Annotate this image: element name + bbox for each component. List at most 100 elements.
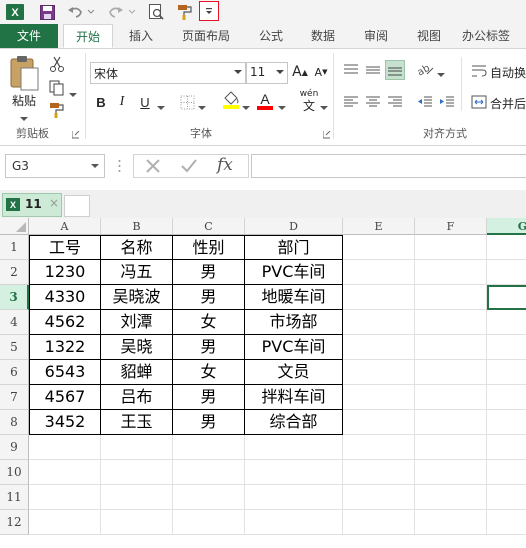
cell-f11[interactable] bbox=[415, 485, 487, 510]
align-center-icon[interactable] bbox=[364, 93, 382, 111]
cell-a9[interactable] bbox=[29, 435, 101, 460]
cell-e10[interactable] bbox=[343, 460, 415, 485]
cell-a6[interactable]: 6543 bbox=[29, 360, 101, 385]
borders-icon[interactable] bbox=[178, 93, 196, 111]
paste-button[interactable]: 粘贴 bbox=[12, 92, 36, 109]
cell-b5[interactable]: 吴晓 bbox=[101, 335, 173, 360]
row-header-1[interactable]: 1 bbox=[0, 235, 29, 260]
cell-g1[interactable] bbox=[487, 235, 526, 260]
cell-b1[interactable]: 名称 bbox=[101, 235, 173, 260]
tab-page-layout[interactable]: 页面布局 bbox=[172, 24, 240, 48]
splitter-handle[interactable] bbox=[118, 158, 121, 174]
tab-insert[interactable]: 插入 bbox=[118, 24, 164, 48]
merge-center-button[interactable]: 合并后 bbox=[490, 95, 526, 112]
underline-button[interactable]: U bbox=[136, 93, 154, 111]
cell-a12[interactable] bbox=[29, 510, 101, 535]
cell-a1[interactable]: 工号 bbox=[29, 235, 101, 260]
cell-f1[interactable] bbox=[415, 235, 487, 260]
redo-dropdown-icon[interactable] bbox=[127, 3, 137, 21]
cell-b3[interactable]: 吴晓波 bbox=[101, 285, 173, 310]
cell-b11[interactable] bbox=[101, 485, 173, 510]
tab-home[interactable]: 开始 bbox=[63, 24, 113, 48]
phonetic-dropdown-icon[interactable] bbox=[320, 100, 328, 114]
italic-button[interactable]: I bbox=[113, 93, 131, 111]
bold-button[interactable]: B bbox=[92, 93, 110, 111]
cell-g7[interactable] bbox=[487, 385, 526, 410]
cell-a2[interactable]: 1230 bbox=[29, 260, 101, 285]
align-top-icon[interactable] bbox=[342, 61, 360, 79]
cell-f6[interactable] bbox=[415, 360, 487, 385]
column-header-a[interactable]: A bbox=[29, 218, 101, 235]
align-right-icon[interactable] bbox=[386, 93, 404, 111]
align-bottom-icon[interactable] bbox=[385, 60, 405, 80]
tab-view[interactable]: 视图 bbox=[408, 24, 450, 48]
cell-g2[interactable] bbox=[487, 260, 526, 285]
cell-a7[interactable]: 4567 bbox=[29, 385, 101, 410]
enter-check-icon[interactable] bbox=[180, 158, 198, 177]
customize-quick-access-button[interactable] bbox=[199, 1, 219, 21]
name-box[interactable]: G3 bbox=[5, 154, 105, 178]
column-header-e[interactable]: E bbox=[343, 218, 415, 235]
align-middle-icon[interactable] bbox=[364, 61, 382, 79]
column-header-d[interactable]: D bbox=[245, 218, 343, 235]
cell-d11[interactable] bbox=[245, 485, 343, 510]
column-header-f[interactable]: F bbox=[415, 218, 487, 235]
fill-color-icon[interactable] bbox=[222, 91, 240, 109]
redo-icon[interactable] bbox=[107, 3, 125, 21]
cell-g10[interactable] bbox=[487, 460, 526, 485]
cell-c6[interactable]: 女 bbox=[173, 360, 245, 385]
cell-b6[interactable]: 貂蝉 bbox=[101, 360, 173, 385]
cell-f7[interactable] bbox=[415, 385, 487, 410]
shrink-font-button[interactable]: A ▼ bbox=[312, 63, 330, 81]
format-painter-ribbon-icon[interactable] bbox=[48, 101, 66, 119]
cell-c11[interactable] bbox=[173, 485, 245, 510]
cell-d3[interactable]: 地暖车间 bbox=[245, 285, 343, 310]
cut-icon[interactable] bbox=[48, 55, 66, 73]
cell-f10[interactable] bbox=[415, 460, 487, 485]
cell-a11[interactable] bbox=[29, 485, 101, 510]
cell-d8[interactable]: 综合部 bbox=[245, 410, 343, 435]
cell-e7[interactable] bbox=[343, 385, 415, 410]
cell-g9[interactable] bbox=[487, 435, 526, 460]
cell-d6[interactable]: 文员 bbox=[245, 360, 343, 385]
cell-g5[interactable] bbox=[487, 335, 526, 360]
cell-d9[interactable] bbox=[245, 435, 343, 460]
row-header-8[interactable]: 8 bbox=[0, 410, 29, 435]
print-preview-icon[interactable] bbox=[147, 3, 165, 21]
cell-e4[interactable] bbox=[343, 310, 415, 335]
cell-g6[interactable] bbox=[487, 360, 526, 385]
cell-g11[interactable] bbox=[487, 485, 526, 510]
wrap-text-button[interactable]: 自动换 bbox=[490, 64, 526, 81]
undo-dropdown-icon[interactable] bbox=[86, 3, 96, 21]
row-header-11[interactable]: 11 bbox=[0, 485, 29, 510]
cell-f3[interactable] bbox=[415, 285, 487, 310]
row-header-2[interactable]: 2 bbox=[0, 260, 29, 285]
font-color-dropdown-icon[interactable] bbox=[278, 100, 286, 114]
cell-g12[interactable] bbox=[487, 510, 526, 535]
workbook-tab[interactable]: X 11 × bbox=[2, 193, 62, 217]
copy-icon[interactable] bbox=[48, 79, 66, 97]
cell-b8[interactable]: 王玉 bbox=[101, 410, 173, 435]
cancel-icon[interactable] bbox=[145, 158, 161, 177]
new-workbook-tab-button[interactable] bbox=[64, 195, 90, 217]
cell-b7[interactable]: 吕布 bbox=[101, 385, 173, 410]
cell-c1[interactable]: 性别 bbox=[173, 235, 245, 260]
cell-d2[interactable]: PVC车间 bbox=[245, 260, 343, 285]
cell-f5[interactable] bbox=[415, 335, 487, 360]
cell-d10[interactable] bbox=[245, 460, 343, 485]
wrap-text-icon[interactable] bbox=[470, 62, 488, 80]
merge-center-icon[interactable] bbox=[470, 93, 488, 111]
row-header-10[interactable]: 10 bbox=[0, 460, 29, 485]
cell-e5[interactable] bbox=[343, 335, 415, 360]
cell-a4[interactable]: 4562 bbox=[29, 310, 101, 335]
clipboard-launcher-icon[interactable] bbox=[71, 128, 80, 142]
increase-indent-icon[interactable] bbox=[438, 93, 456, 111]
cell-c7[interactable]: 男 bbox=[173, 385, 245, 410]
cell-e11[interactable] bbox=[343, 485, 415, 510]
orientation-dropdown-icon[interactable] bbox=[437, 67, 445, 81]
copy-dropdown-icon[interactable] bbox=[69, 87, 77, 101]
column-header-g[interactable]: G bbox=[487, 218, 526, 235]
tab-office-tab[interactable]: 办公标签 bbox=[462, 24, 526, 48]
row-header-5[interactable]: 5 bbox=[0, 335, 29, 360]
paste-icon[interactable] bbox=[8, 55, 40, 93]
